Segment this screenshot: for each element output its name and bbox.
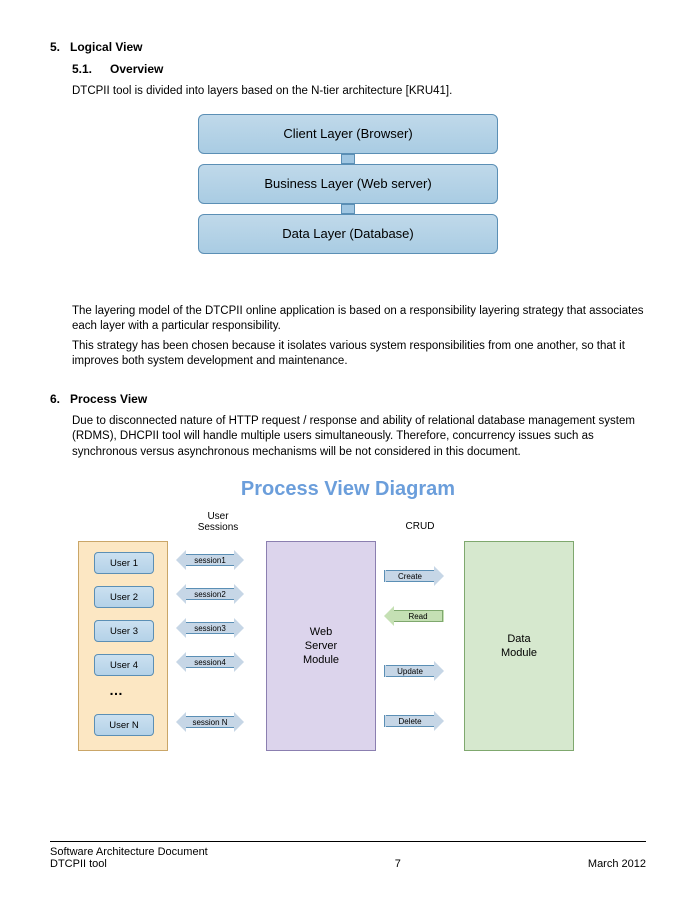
layer-business: Business Layer (Web server)	[198, 164, 498, 204]
section-5-1-intro: DTCPII tool is divided into layers based…	[72, 84, 646, 100]
section-6-heading: 6. Process View	[50, 392, 646, 406]
section-5-1-heading: 5.1. Overview	[72, 62, 646, 76]
user-sessions-container: User 1 User 2 User 3 User 4 … User N	[78, 541, 168, 751]
layer-connector-1	[341, 154, 355, 164]
process-view-diagram: User Sessions CRUD User 1 User 2 User 3 …	[78, 511, 618, 761]
section-5-num: 5.	[50, 40, 60, 54]
session-4-arrow: session4	[176, 656, 244, 668]
user-1-box: User 1	[94, 552, 154, 574]
user-3-box: User 3	[94, 620, 154, 642]
section-6-title: Process View	[70, 392, 147, 406]
layer-diagram: Client Layer (Browser) Business Layer (W…	[198, 114, 498, 254]
section-6-num: 6.	[50, 392, 60, 406]
footer-tool: DTCPII tool	[50, 858, 208, 870]
section-5-heading: 5. Logical View	[50, 40, 646, 54]
user-4-box: User 4	[94, 654, 154, 676]
layer-data: Data Layer (Database)	[198, 214, 498, 254]
layer-connector-2	[341, 204, 355, 214]
data-module: Data Module	[464, 541, 574, 751]
section-6-p1: Due to disconnected nature of HTTP reque…	[72, 414, 646, 461]
section-5-p1: The layering model of the DTCPII online …	[72, 304, 646, 335]
crud-read-arrow: Read	[384, 606, 444, 626]
section-5-title: Logical View	[70, 40, 142, 54]
crud-create-arrow: Create	[384, 566, 444, 586]
page-footer: Software Architecture Document DTCPII to…	[50, 841, 646, 870]
pv-label-crud: CRUD	[390, 521, 450, 532]
crud-update-arrow: Update	[384, 661, 444, 681]
crud-delete-arrow: Delete	[384, 711, 444, 731]
session-3-arrow: session3	[176, 622, 244, 634]
layer-client: Client Layer (Browser)	[198, 114, 498, 154]
section-5-1-num: 5.1.	[72, 62, 92, 76]
user-dots: …	[109, 682, 123, 698]
footer-page-num: 7	[395, 858, 401, 870]
pv-label-sessions: User Sessions	[183, 511, 253, 533]
section-5-p2: This strategy has been chosen because it…	[72, 339, 646, 370]
section-5-1-title: Overview	[110, 62, 163, 76]
web-server-module: Web Server Module	[266, 541, 376, 751]
user-2-box: User 2	[94, 586, 154, 608]
user-n-box: User N	[94, 714, 154, 736]
footer-date: March 2012	[588, 858, 646, 870]
pv-diagram-title: Process View Diagram	[50, 478, 646, 501]
session-2-arrow: session2	[176, 588, 244, 600]
session-n-arrow: session N	[176, 716, 244, 728]
session-1-arrow: session1	[176, 554, 244, 566]
footer-doc-title: Software Architecture Document	[50, 846, 208, 858]
